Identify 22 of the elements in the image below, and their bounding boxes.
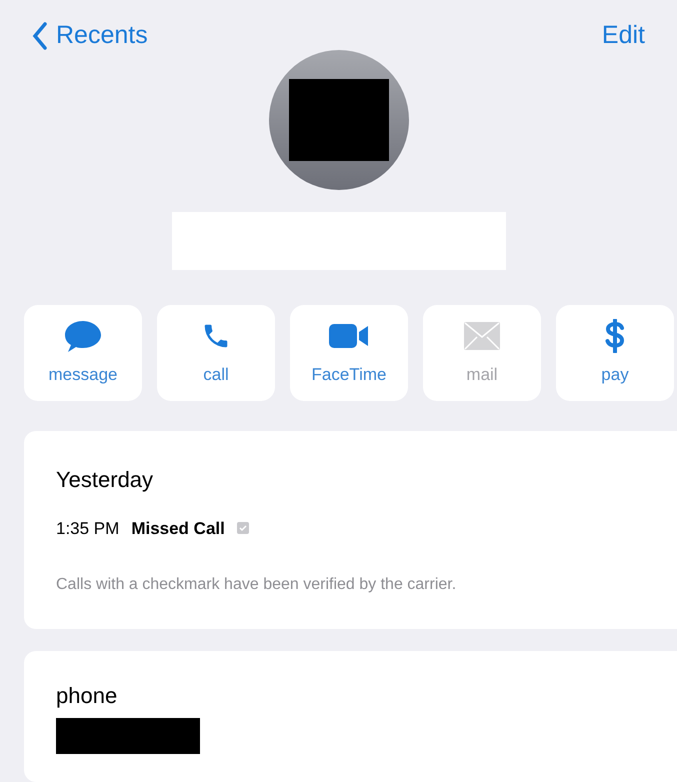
action-label: mail xyxy=(466,364,498,386)
call-type: Missed Call xyxy=(131,518,225,540)
phone-label: phone xyxy=(56,682,118,710)
action-label: message xyxy=(48,364,118,386)
video-camera-icon xyxy=(329,322,369,350)
dollar-icon xyxy=(604,318,626,353)
action-button[interactable]: FaceTime xyxy=(290,304,408,400)
action-label: FaceTime xyxy=(312,364,386,386)
call-time: 1:35 PM xyxy=(56,518,120,540)
action-button[interactable]: pay xyxy=(556,304,674,400)
action-label: call xyxy=(203,364,229,386)
back-button[interactable]: Recents xyxy=(32,17,148,54)
envelope-icon xyxy=(464,322,500,350)
chevron-left-icon xyxy=(32,22,48,50)
edit-button[interactable]: Edit xyxy=(602,17,645,54)
back-label: Recents xyxy=(56,20,148,51)
verification-note: Calls with a checkmark have been verified by the carrier. xyxy=(56,575,458,595)
action-button[interactable]: message xyxy=(24,304,142,400)
action-label: pay xyxy=(601,364,629,386)
day-heading: Yesterday xyxy=(56,466,154,494)
speech-bubble-icon xyxy=(64,318,102,353)
action-button[interactable]: call xyxy=(157,304,275,400)
